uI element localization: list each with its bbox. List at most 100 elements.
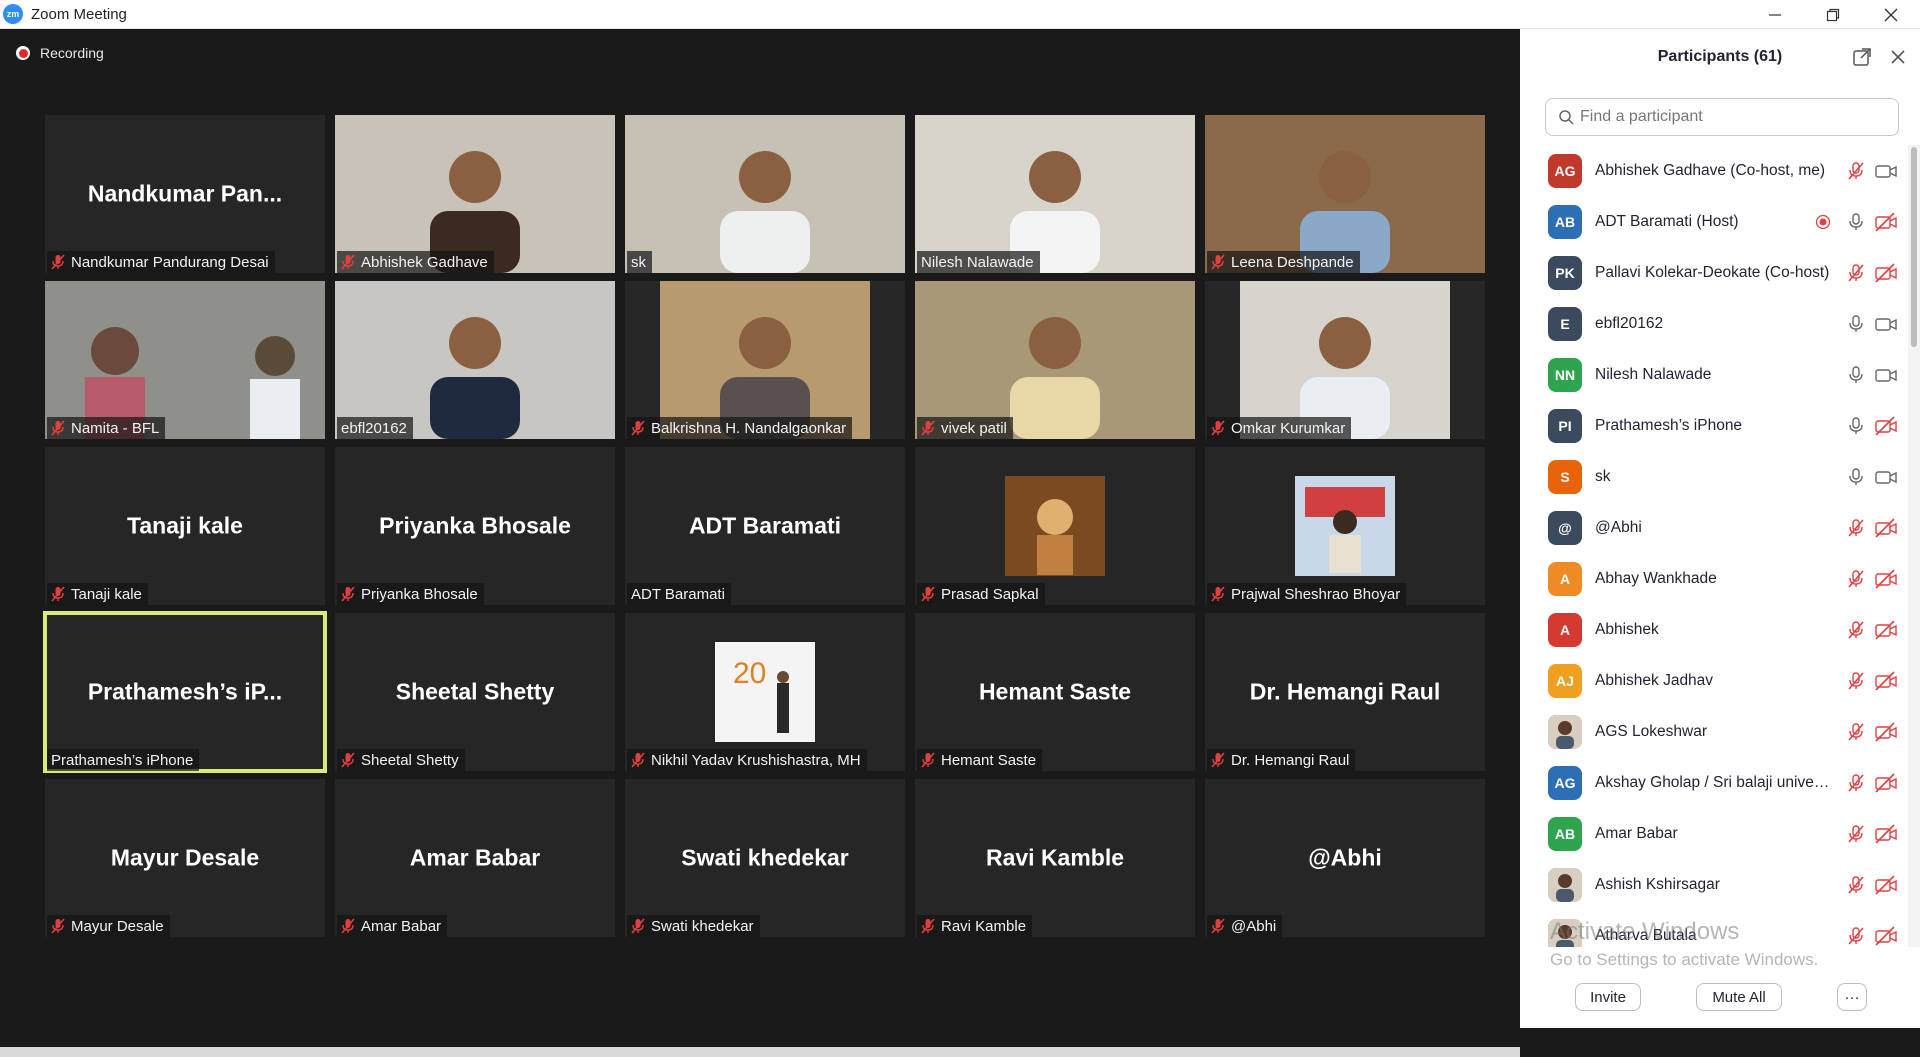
participant-row[interactable]: PK Pallavi Kolekar-Deokate (Co-host) [1520,247,1904,298]
mic-muted-icon[interactable] [1847,773,1865,793]
participant-video [1205,115,1485,273]
close-window-button[interactable] [1862,0,1920,29]
video-tile[interactable]: Hemant Saste Hemant Saste [915,613,1195,771]
participant-row[interactable]: PI Prathamesh’s iPhone [1520,400,1904,451]
participant-list-name: Amar Babar [1595,824,1678,842]
participant-row[interactable]: AG Abhishek Gadhave (Co-host, me) [1520,145,1904,196]
participant-name: vivek patil [941,419,1007,437]
more-options-button[interactable]: ··· [1837,983,1867,1011]
recording-indicator[interactable]: Recording [16,45,104,61]
participant-name: Sheetal Shetty [361,751,459,769]
participant-name: Prajwal Sheshrao Bhoyar [1231,585,1401,603]
mic-muted-icon[interactable] [1847,161,1865,181]
mic-muted-icon[interactable] [1847,569,1865,589]
camera-off-icon [1874,823,1898,844]
mic-icon[interactable] [1847,416,1865,436]
video-tile[interactable]: ADT Baramati ADT Baramati [625,447,905,605]
mic-icon[interactable] [1847,314,1865,334]
video-tile[interactable]: Swati khedekar Swati khedekar [625,779,905,937]
participant-avatar [1548,714,1582,749]
tile-display-name: Tanaji kale [127,512,243,539]
participant-search[interactable] [1545,98,1899,136]
participant-list-name: AGS Lokeshwar [1595,722,1707,740]
search-input[interactable] [1580,108,1880,126]
video-tile[interactable]: Namita - BFL [45,281,325,439]
tile-nametag: Leena Deshpande [1207,251,1360,273]
participant-row[interactable]: NN Nilesh Nalawade [1520,349,1904,400]
mic-muted-icon[interactable] [1847,263,1865,283]
mic-muted-icon[interactable] [1847,620,1865,640]
mute-all-button[interactable]: Mute All [1696,983,1782,1011]
participant-avatar: S [1548,459,1582,494]
participant-list-name: Abhishek [1595,620,1659,638]
video-tile[interactable]: Omkar Kurumkar [1205,281,1485,439]
video-tile[interactable]: Abhishek Gadhave [335,115,615,273]
tile-nametag: Swati khedekar [627,915,760,937]
tile-nametag: Priyanka Bhosale [337,583,484,605]
mic-muted-icon[interactable] [1847,518,1865,538]
video-tile[interactable]: Prajwal Sheshrao Bhoyar [1205,447,1485,605]
mic-icon[interactable] [1847,365,1865,385]
video-tile[interactable]: Tanaji kale Tanaji kale [45,447,325,605]
restore-button[interactable] [1804,0,1862,29]
video-tile[interactable]: Priyanka Bhosale Priyanka Bhosale [335,447,615,605]
video-tile[interactable]: Dr. Hemangi Raul Dr. Hemangi Raul [1205,613,1485,771]
video-tile[interactable]: Amar Babar Amar Babar [335,779,615,937]
participant-name: Hemant Saste [941,751,1037,769]
participant-list[interactable]: AG Abhishek Gadhave (Co-host, me) AB ADT Ba… [1520,145,1904,947]
video-tile[interactable]: Prathamesh’s iP... Prathamesh’s iPhone [43,611,327,773]
video-tile[interactable]: Balkrishna H. Nandalgaonkar [625,281,905,439]
mic-muted-icon[interactable] [1847,824,1865,844]
participant-row[interactable]: AB ADT Baramati (Host) [1520,196,1904,247]
window-controls [1746,0,1920,29]
tile-nametag: Namita - BFL [47,417,166,439]
mic-muted-icon[interactable] [1847,926,1865,946]
svg-text:20: 20 [733,657,766,690]
participant-row[interactable]: AGS Lokeshwar [1520,706,1904,757]
video-tile[interactable]: sk [625,115,905,273]
participants-panel: Participants (61) AGAbhishek Gadhave (Co… [1520,29,1920,1028]
tile-nametag: Nilesh Nalawade [917,251,1040,273]
video-tile[interactable]: Nandkumar Pan... Nandkumar Pandurang Desa… [45,115,325,273]
video-tile[interactable]: vivek patil [915,281,1195,439]
video-tile[interactable]: ebfl20162 [335,281,615,439]
tile-nametag: Tanaji kale [47,583,148,605]
close-panel-icon[interactable] [1888,47,1908,67]
participant-name: @Abhi [1231,917,1277,935]
camera-off-icon [1874,568,1898,589]
pop-out-icon[interactable] [1852,47,1872,67]
scroll-thumb[interactable] [1911,147,1917,347]
video-tile[interactable]: Leena Deshpande [1205,115,1485,273]
participant-name: Prathamesh’s iPhone [51,751,194,769]
participant-row[interactable]: AJ Abhishek Jadhav [1520,655,1904,706]
participant-row[interactable]: Atharva Butala [1520,910,1904,947]
video-tile[interactable]: Mayur Desale Mayur Desale [45,779,325,937]
mic-icon[interactable] [1847,212,1865,232]
participant-row[interactable]: A Abhay Wankhade [1520,553,1904,604]
video-tile[interactable]: Ravi Kamble Ravi Kamble [915,779,1195,937]
mic-muted-icon[interactable] [1847,671,1865,691]
mic-muted-icon [51,586,65,602]
minimize-button[interactable] [1746,0,1804,29]
participant-row[interactable]: AB Amar Babar [1520,808,1904,859]
tile-display-name: Amar Babar [409,844,541,871]
participant-row[interactable]: @ @Abhi [1520,502,1904,553]
invite-button[interactable]: Invite [1575,983,1641,1011]
video-tile[interactable]: Sheetal Shetty Sheetal Shetty [335,613,615,771]
recording-dot-icon [16,46,30,60]
participant-name: Mayur Desale [71,917,164,935]
tile-nametag: Prajwal Sheshrao Bhoyar [1207,583,1407,605]
participant-scrollbar[interactable] [1908,145,1920,947]
participant-row[interactable]: AG Akshay Gholap / Sri balaji univer... [1520,757,1904,808]
video-tile[interactable]: Prasad Sapkal [915,447,1195,605]
mic-icon[interactable] [1847,467,1865,487]
video-tile[interactable]: 20 Nikhil Yadav Krushishastra, MH [625,613,905,771]
mic-muted-icon[interactable] [1847,875,1865,895]
video-tile[interactable]: @Abhi @Abhi [1205,779,1485,937]
mic-muted-icon[interactable] [1847,722,1865,742]
participant-row[interactable]: A Abhishek [1520,604,1904,655]
participant-row[interactable]: Ssk [1520,451,1904,502]
video-tile[interactable]: Nilesh Nalawade [915,115,1195,273]
participant-row[interactable]: Ashish Kshirsagar [1520,859,1904,910]
participant-row[interactable]: Eebfl20162 [1520,298,1904,349]
